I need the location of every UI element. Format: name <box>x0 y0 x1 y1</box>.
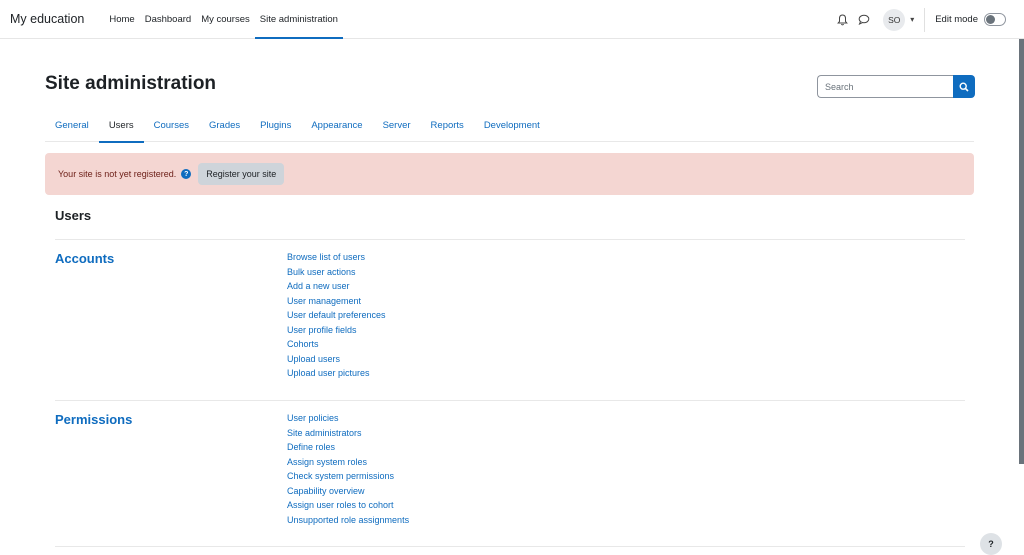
category-permissions[interactable]: Permissions <box>55 412 132 427</box>
link-check-system-permissions[interactable]: Check system permissions <box>287 469 409 484</box>
bell-icon[interactable] <box>831 9 853 31</box>
accounts-links: Browse list of users Bulk user actions A… <box>287 250 386 381</box>
link-upload-user-pictures[interactable]: Upload user pictures <box>287 366 386 381</box>
category-accounts[interactable]: Accounts <box>55 251 114 266</box>
tab-server[interactable]: Server <box>373 108 421 142</box>
link-browse-list-of-users[interactable]: Browse list of users <box>287 250 386 265</box>
help-icon[interactable]: ? <box>181 169 192 179</box>
divider <box>55 400 965 401</box>
link-user-profile-fields[interactable]: User profile fields <box>287 323 386 338</box>
page-title: Site administration <box>45 73 217 94</box>
register-site-button[interactable]: Register your site <box>198 163 285 185</box>
link-define-roles[interactable]: Define roles <box>287 440 409 455</box>
link-bulk-user-actions[interactable]: Bulk user actions <box>287 265 386 280</box>
link-upload-users[interactable]: Upload users <box>287 352 386 367</box>
toggle-knob <box>986 15 995 24</box>
nav-dashboard[interactable]: Dashboard <box>140 0 196 39</box>
registration-alert: Your site is not yet registered. ? Regis… <box>45 153 974 195</box>
nav-home[interactable]: Home <box>104 0 139 39</box>
tab-grades[interactable]: Grades <box>199 108 250 142</box>
alert-message: Your site is not yet registered. <box>58 169 177 179</box>
link-add-new-user[interactable]: Add a new user <box>287 279 386 294</box>
edit-mode-toggle[interactable] <box>984 13 1006 26</box>
search-icon <box>959 81 969 92</box>
link-assign-system-roles[interactable]: Assign system roles <box>287 455 409 470</box>
user-avatar[interactable]: SO <box>883 8 906 31</box>
link-assign-user-roles-to-cohort[interactable]: Assign user roles to cohort <box>287 498 409 513</box>
chevron-down-icon[interactable]: ▾ <box>910 15 914 24</box>
tab-courses[interactable]: Courses <box>144 108 199 142</box>
tab-plugins[interactable]: Plugins <box>250 108 301 142</box>
tab-general[interactable]: General <box>45 108 99 142</box>
tab-reports[interactable]: Reports <box>421 108 474 142</box>
navbar-divider <box>924 7 926 32</box>
link-user-policies[interactable]: User policies <box>287 411 409 426</box>
primary-navigation: Home Dashboard My courses Site administr… <box>104 0 344 39</box>
site-brand[interactable]: My education <box>10 12 84 26</box>
admin-search <box>817 75 975 98</box>
link-cohorts[interactable]: Cohorts <box>287 337 386 352</box>
permissions-links: User policies Site administrators Define… <box>287 411 409 527</box>
nav-site-administration[interactable]: Site administration <box>254 0 344 39</box>
link-user-default-preferences[interactable]: User default preferences <box>287 308 386 323</box>
divider <box>55 546 965 547</box>
divider <box>55 239 965 240</box>
top-navbar: My education Home Dashboard My courses S… <box>0 0 1024 39</box>
search-button[interactable] <box>953 75 975 98</box>
link-capability-overview[interactable]: Capability overview <box>287 484 409 499</box>
help-button[interactable]: ? <box>980 533 1002 555</box>
navbar-right: SO ▾ Edit mode <box>831 0 1006 39</box>
admin-tabs: General Users Courses Grades Plugins App… <box>45 108 974 143</box>
edit-mode-label: Edit mode <box>935 14 978 25</box>
tab-users[interactable]: Users <box>98 108 144 143</box>
chat-icon[interactable] <box>853 9 875 31</box>
tab-development[interactable]: Development <box>474 108 550 142</box>
link-user-management[interactable]: User management <box>287 294 386 309</box>
tab-appearance[interactable]: Appearance <box>301 108 372 142</box>
link-site-administrators[interactable]: Site administrators <box>287 426 409 441</box>
link-unsupported-role-assignments[interactable]: Unsupported role assignments <box>287 513 409 528</box>
search-input[interactable] <box>817 75 953 98</box>
page-scrollbar[interactable] <box>1019 39 1024 464</box>
section-title: Users <box>55 208 92 223</box>
nav-my-courses[interactable]: My courses <box>196 0 255 39</box>
